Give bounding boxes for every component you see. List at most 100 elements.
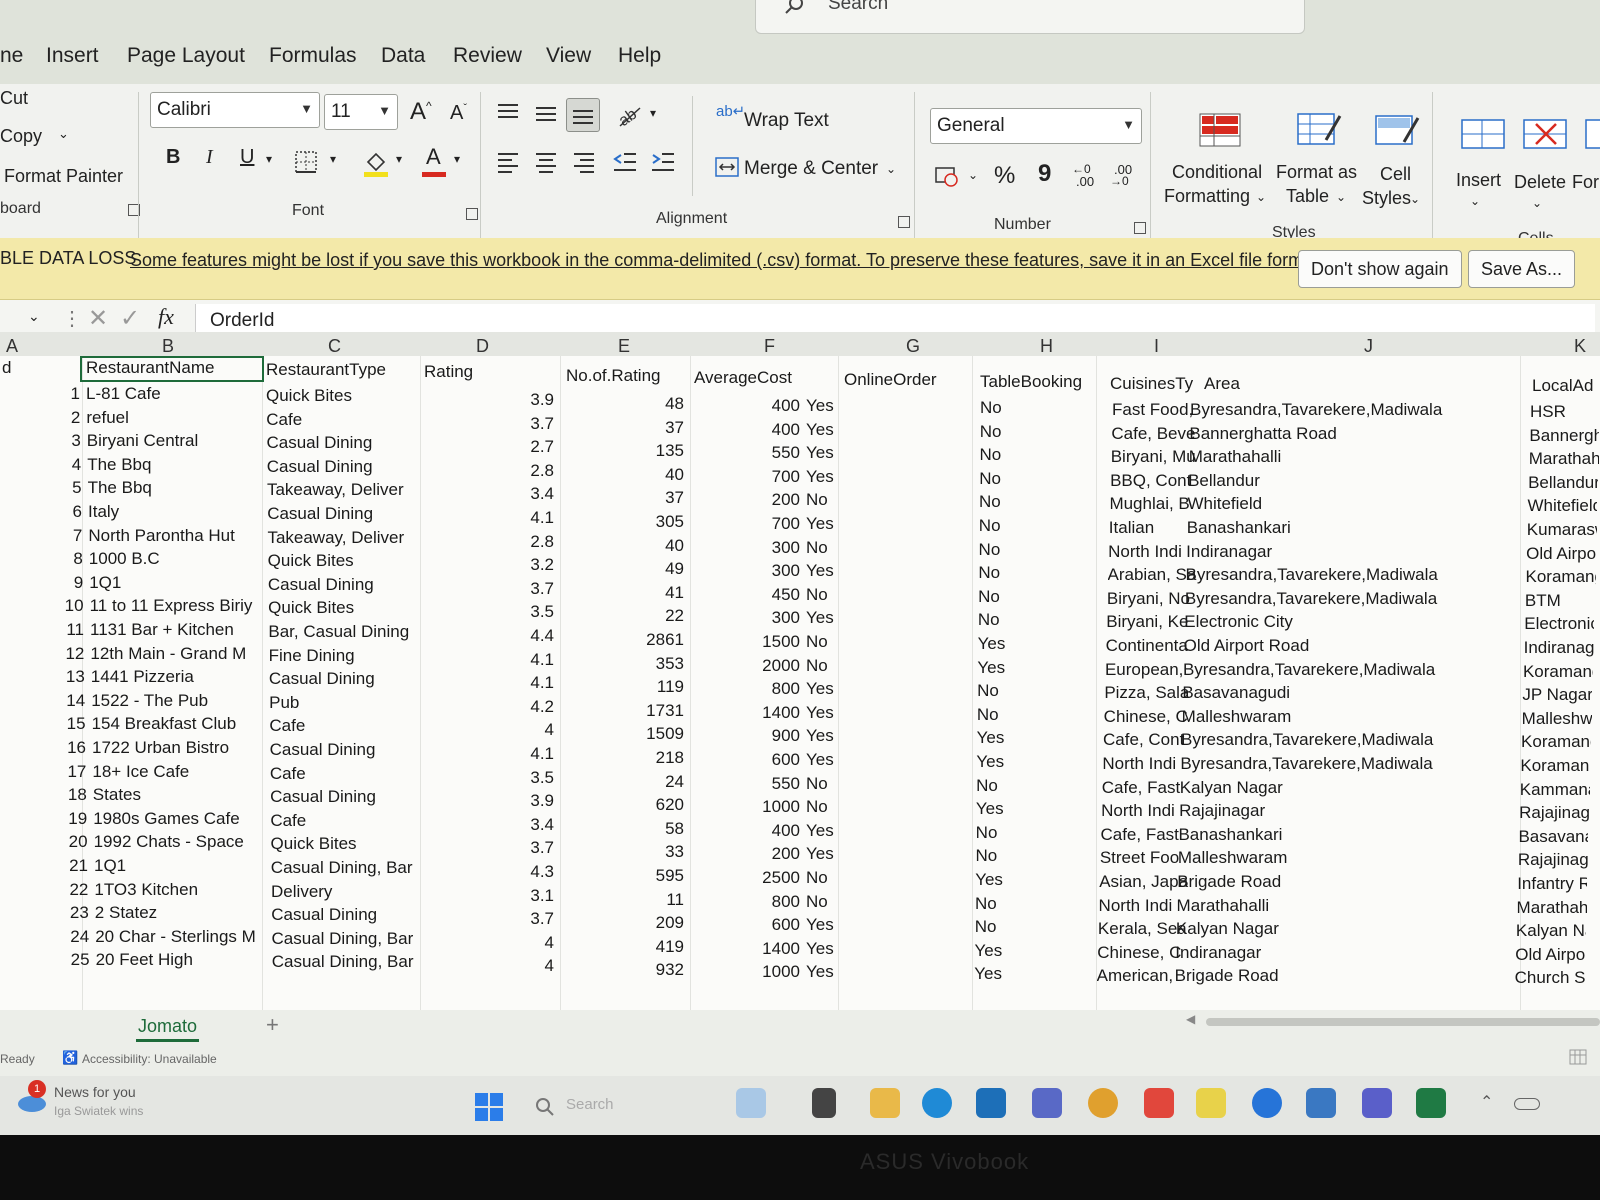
row-id-cell[interactable]: 13 bbox=[65, 667, 85, 687]
font-name-select[interactable]: Calibri ▼ bbox=[150, 92, 320, 128]
rating-cell[interactable]: 4 bbox=[500, 956, 554, 976]
header-cell-no-of-rating[interactable]: No.of.Rating bbox=[566, 366, 661, 386]
italic-button[interactable]: I bbox=[206, 146, 213, 169]
restaurant-name-cell[interactable]: 1TO3 Kitchen bbox=[94, 880, 272, 900]
row-id-cell[interactable]: 9 bbox=[63, 573, 83, 593]
wrap-text-icon[interactable]: ab↵ bbox=[716, 102, 745, 120]
widgets-icon[interactable] bbox=[736, 1088, 766, 1118]
restaurant-type-cell[interactable]: Casual Dining bbox=[271, 905, 431, 925]
restaurant-name-cell[interactable]: 1992 Chats - Space bbox=[94, 832, 272, 852]
underline-dropdown-icon[interactable]: ▾ bbox=[266, 152, 272, 166]
comma-style-button[interactable]: 9 bbox=[1038, 160, 1051, 188]
increase-indent-icon[interactable] bbox=[650, 150, 676, 174]
row-id-cell[interactable]: 21 bbox=[68, 856, 88, 876]
restaurant-name-cell[interactable]: 1522 - The Pub bbox=[91, 691, 269, 711]
tab-insert[interactable]: Insert bbox=[46, 44, 99, 68]
row-id-cell[interactable]: 15 bbox=[66, 714, 86, 734]
align-left-icon[interactable] bbox=[496, 150, 520, 174]
restaurant-type-cell[interactable]: Bar, Casual Dining bbox=[268, 622, 428, 642]
align-center-icon[interactable] bbox=[534, 150, 558, 174]
column-header-e[interactable]: E bbox=[618, 336, 630, 357]
row-id-cell[interactable]: 14 bbox=[65, 691, 85, 711]
add-sheet-button[interactable]: + bbox=[266, 1012, 279, 1038]
row-id-cell[interactable]: 7 bbox=[62, 526, 82, 546]
3d-viewer-icon[interactable] bbox=[1306, 1088, 1336, 1118]
restaurant-type-cell[interactable]: Casual Dining bbox=[267, 504, 427, 524]
restaurant-type-cell[interactable]: Casual Dining, Bar bbox=[272, 929, 432, 949]
accounting-dropdown-icon[interactable]: ⌄ bbox=[968, 168, 978, 182]
windows-start-icon[interactable] bbox=[474, 1092, 504, 1122]
restaurant-type-cell[interactable]: Quick Bites bbox=[268, 551, 428, 571]
delete-dropdown-icon[interactable]: ⌄ bbox=[1532, 196, 1542, 210]
bold-button[interactable]: B bbox=[166, 146, 180, 169]
restaurant-name-cell[interactable]: 1980s Games Cafe bbox=[93, 809, 271, 829]
orientation-icon[interactable]: ab bbox=[616, 102, 646, 130]
restaurant-type-cell[interactable]: Casual Dining bbox=[270, 740, 430, 760]
header-cell-restaurant-type[interactable]: RestaurantType bbox=[266, 360, 386, 380]
sticky-notes-icon[interactable] bbox=[1196, 1088, 1226, 1118]
restaurant-type-cell[interactable]: Cafe bbox=[269, 716, 429, 736]
restaurant-name-cell[interactable]: 1Q1 bbox=[89, 573, 267, 593]
column-header-b[interactable]: B bbox=[162, 336, 174, 357]
horizontal-scrollbar[interactable] bbox=[1206, 1018, 1600, 1026]
row-id-cell[interactable]: 8 bbox=[63, 549, 82, 569]
column-header-k[interactable]: K bbox=[1574, 336, 1586, 357]
row-id-cell[interactable]: 24 bbox=[69, 927, 89, 947]
borders-icon[interactable] bbox=[294, 150, 320, 176]
column-header-d[interactable]: D bbox=[476, 336, 489, 357]
orientation-dropdown-icon[interactable]: ▾ bbox=[650, 106, 656, 120]
row-id-cell[interactable]: 25 bbox=[70, 950, 90, 970]
font-launcher-icon[interactable] bbox=[466, 208, 478, 220]
taskbar-search-icon[interactable] bbox=[534, 1096, 556, 1118]
restaurant-type-cell[interactable]: Quick Bites bbox=[271, 834, 431, 854]
insert-function-button[interactable]: fx bbox=[158, 304, 174, 330]
column-header-c[interactable]: C bbox=[328, 336, 341, 357]
format-as-table-button[interactable]: Format as bbox=[1276, 162, 1357, 183]
restaurant-name-cell[interactable]: The Bbq bbox=[87, 455, 265, 475]
cancel-entry-icon[interactable]: ✕ bbox=[88, 304, 108, 333]
restaurant-type-cell[interactable]: Quick Bites bbox=[266, 386, 426, 406]
restaurant-name-cell[interactable]: 1441 Pizzeria bbox=[91, 667, 269, 687]
restaurant-type-cell[interactable]: Casual Dining bbox=[268, 575, 428, 595]
cell-styles-dropdown-icon[interactable]: ⌄ bbox=[1410, 192, 1420, 206]
restaurant-type-cell[interactable]: Takeaway, Deliver bbox=[267, 528, 427, 548]
align-middle-icon[interactable] bbox=[534, 104, 558, 124]
delete-cells-button[interactable]: Delete bbox=[1514, 172, 1566, 193]
underline-button[interactable]: U bbox=[240, 146, 254, 169]
restaurant-type-cell[interactable]: Cafe bbox=[270, 811, 430, 831]
wrap-text-button[interactable]: Wrap Text bbox=[744, 110, 829, 132]
restaurant-name-cell[interactable]: refuel bbox=[86, 408, 264, 428]
restaurant-name-cell[interactable]: 154 Breakfast Club bbox=[92, 714, 270, 734]
dont-show-again-button[interactable]: Don't show again bbox=[1298, 250, 1462, 288]
name-box-dropdown-icon[interactable]: ⌄ bbox=[28, 308, 40, 325]
restaurant-type-cell[interactable]: Casual Dining bbox=[267, 457, 427, 477]
column-header-h[interactable]: H bbox=[1040, 336, 1053, 357]
copy-button[interactable]: Copy bbox=[0, 126, 42, 147]
column-header-i[interactable]: I bbox=[1154, 336, 1159, 357]
restaurant-name-cell[interactable]: Italy bbox=[88, 502, 266, 522]
conditional-formatting-button[interactable]: Conditional bbox=[1172, 162, 1262, 183]
fill-dropdown-icon[interactable]: ▾ bbox=[396, 152, 402, 166]
restaurant-name-cell[interactable]: Biryani Central bbox=[87, 431, 265, 451]
restaurant-name-cell[interactable]: 2 Statez bbox=[95, 903, 273, 923]
rating-count-cell[interactable]: 932 bbox=[614, 960, 684, 980]
row-id-cell[interactable]: 20 bbox=[68, 832, 88, 852]
restaurant-type-cell[interactable]: Casual Dining bbox=[266, 433, 426, 453]
merge-center-icon[interactable] bbox=[714, 156, 740, 178]
insert-dropdown-icon[interactable]: ⌄ bbox=[1470, 194, 1480, 208]
number-launcher-icon[interactable] bbox=[1134, 222, 1146, 234]
save-as-button[interactable]: Save As... bbox=[1468, 250, 1576, 288]
cell-styles-button[interactable]: Cell bbox=[1380, 164, 1411, 185]
row-id-cell[interactable]: 11 bbox=[64, 620, 84, 640]
row-id-cell[interactable]: 18 bbox=[67, 785, 87, 805]
copy-dropdown-icon[interactable]: ⌄ bbox=[58, 126, 69, 142]
file-explorer-icon[interactable] bbox=[870, 1088, 900, 1118]
accessibility-status[interactable]: Accessibility: Unavailable bbox=[82, 1052, 217, 1066]
cut-button[interactable]: Cut bbox=[0, 88, 28, 109]
format-cells-icon[interactable] bbox=[1584, 116, 1600, 152]
format-painter-button[interactable]: Format Painter bbox=[4, 166, 123, 187]
excel-taskbar-icon[interactable] bbox=[1416, 1088, 1446, 1118]
format-as-table-icon[interactable] bbox=[1296, 110, 1342, 150]
restaurant-name-cell[interactable]: 20 Char - Sterlings M bbox=[95, 927, 273, 947]
zoom-icon[interactable] bbox=[1252, 1088, 1282, 1118]
